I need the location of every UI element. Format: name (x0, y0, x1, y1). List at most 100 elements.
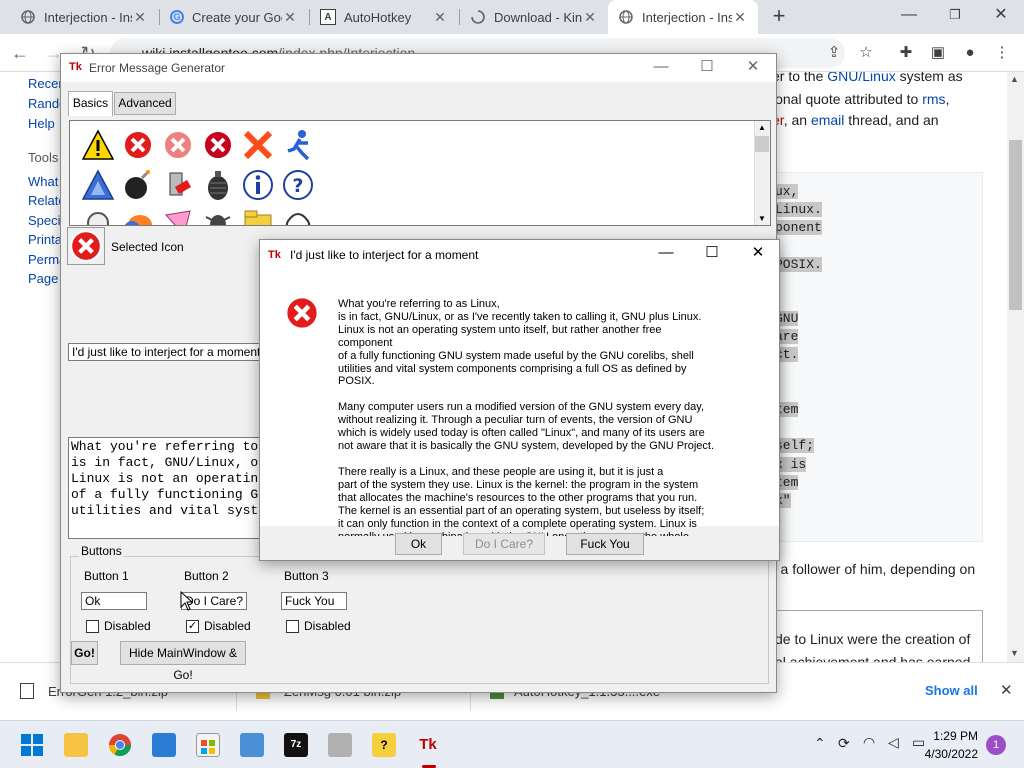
profile-icon[interactable]: ● (956, 39, 984, 67)
dialog-maximize-button[interactable]: ☐ (689, 240, 735, 268)
creature-icon[interactable] (282, 207, 314, 226)
error-disabled-icon[interactable] (162, 129, 194, 161)
browser-tab-3[interactable]: A AutoHotkey ✕ (310, 0, 458, 34)
hide-mainwindow-go-button[interactable]: Hide MainWindow & Go! (120, 641, 246, 682)
tray-chevron-icon[interactable]: ⌃ (814, 735, 826, 752)
button-3-text-input[interactable]: Fuck You (281, 592, 347, 610)
scroll-down-arrow-icon[interactable]: ▼ (758, 214, 766, 223)
article-follower-line: r a follower of him, depending on (772, 561, 976, 577)
tools-link-4[interactable]: Printa (28, 232, 62, 247)
red-x-icon[interactable] (242, 129, 274, 161)
running-man-icon[interactable] (282, 129, 314, 161)
dialog-ok-button[interactable]: Ok (395, 533, 442, 555)
code-line: ponent (775, 220, 822, 235)
clock-date[interactable]: 4/30/2022 (920, 747, 978, 761)
minimize-button[interactable]: — (638, 54, 684, 82)
svg-text:?: ? (292, 175, 303, 197)
error-dark-icon[interactable] (202, 129, 234, 161)
folder-icon[interactable] (242, 207, 274, 226)
close-button[interactable]: ✕ (730, 54, 776, 82)
chrome-close-button[interactable]: ✕ (978, 0, 1024, 32)
start-icon[interactable] (20, 733, 44, 757)
dialog-close-button[interactable]: ✕ (735, 240, 781, 268)
sync-icon[interactable]: ⟳ (838, 735, 850, 752)
email-link[interactable]: email (811, 112, 844, 128)
button-3-disabled-checkbox[interactable] (286, 620, 299, 633)
close-tab-icon[interactable]: ✕ (432, 9, 448, 26)
volume-icon[interactable]: ◁ (888, 734, 899, 751)
dialog-do-i-care-button[interactable]: Do I Care? (463, 533, 545, 555)
tools-heading: Tools (28, 150, 59, 165)
button-1-text-input[interactable]: Ok (81, 592, 147, 610)
extensions-icon[interactable]: ✚ (892, 39, 920, 67)
blue-triangle-icon[interactable] (82, 169, 114, 201)
dialog-titlebar[interactable]: Tk I'd just like to interject for a mome… (260, 240, 779, 270)
close-tab-icon[interactable]: ✕ (282, 9, 298, 26)
scroll-up-arrow-icon[interactable]: ▲ (758, 123, 766, 132)
browser-tab-2[interactable]: G Create your Goo ✕ (160, 0, 308, 34)
chrome-minimize-button[interactable]: — (886, 0, 932, 32)
7zip-icon[interactable]: 7z (284, 733, 308, 757)
dialog-minimize-button[interactable]: — (643, 240, 689, 268)
button-2-disabled-checkbox[interactable]: ✓ (186, 620, 199, 633)
back-arrow-icon[interactable]: ← (6, 39, 34, 67)
side-panel-icon[interactable]: ▣ (924, 39, 952, 67)
dialog-fuck-you-button[interactable]: Fuck You (566, 533, 644, 555)
maximize-button[interactable]: ☐ (684, 54, 730, 82)
error-icon[interactable] (122, 129, 154, 161)
error-generator-titlebar[interactable]: Tk Error Message Generator — ☐ ✕ (61, 54, 776, 82)
archive-icon[interactable] (328, 733, 352, 757)
message-textarea-content: What you're referring to is in fact, GNU… (71, 439, 259, 518)
scroll-up-arrow-icon[interactable]: ▲ (1010, 74, 1019, 84)
close-tab-icon[interactable]: ✕ (582, 9, 598, 26)
wifi-icon[interactable]: ◠ (863, 734, 875, 751)
clock-time[interactable]: 1:29 PM (932, 729, 978, 743)
browser-tab-1[interactable]: Interjection - Ins ✕ (10, 0, 158, 34)
go-button[interactable]: Go! (71, 641, 98, 665)
button-1-disabled-checkbox[interactable] (86, 620, 99, 633)
browser-tab-5-active[interactable]: Interjection - Ins ✕ (608, 0, 758, 34)
tab-advanced[interactable]: Advanced (114, 92, 176, 115)
icon-gallery[interactable]: ? (69, 120, 771, 226)
chrome-icon[interactable] (108, 733, 132, 757)
file-explorer-icon[interactable] (64, 733, 88, 757)
page-scrollbar-thumb[interactable] (1009, 140, 1022, 310)
title-input[interactable]: I'd just like to interject for a moment (68, 343, 268, 361)
new-tab-button[interactable]: + (765, 3, 793, 31)
chrome-restore-button[interactable]: ❐ (932, 0, 978, 32)
bomb-icon[interactable] (122, 169, 154, 201)
browser-tab-4[interactable]: Download - Kins ✕ (460, 0, 608, 34)
flame-icon[interactable] (122, 207, 154, 226)
pink-shape-icon[interactable] (162, 207, 194, 226)
show-all-downloads-button[interactable]: Show all (925, 683, 978, 698)
magnifier-icon[interactable] (82, 207, 114, 226)
tk-app-icon[interactable]: Tk (416, 733, 440, 757)
share-icon[interactable]: ⇪ (820, 39, 848, 67)
bookmark-star-icon[interactable]: ☆ (852, 39, 880, 67)
photos-icon[interactable] (152, 733, 176, 757)
warning-icon[interactable] (82, 129, 114, 161)
grenade-icon[interactable] (202, 169, 234, 201)
notification-badge[interactable]: 1 (986, 735, 1006, 755)
bug-icon[interactable] (202, 207, 234, 226)
close-tab-icon[interactable]: ✕ (132, 9, 148, 26)
browser-tab-4-label: Download - Kins (494, 9, 582, 25)
code-line: ux, (775, 184, 799, 199)
rms-link[interactable]: rms (922, 91, 945, 107)
store-icon[interactable] (196, 733, 220, 757)
sidebar-link-help[interactable]: Help (28, 116, 55, 131)
close-shelf-icon[interactable]: ✕ (1000, 681, 1013, 699)
info-icon[interactable] (242, 169, 274, 201)
icon-gallery-scroll-thumb[interactable] (755, 136, 769, 152)
notepad-icon[interactable] (240, 733, 264, 757)
close-tab-icon[interactable]: ✕ (732, 9, 748, 26)
button-1-disabled-label: Disabled (104, 619, 151, 633)
help-app-icon[interactable]: ? (372, 733, 396, 757)
tab-basics[interactable]: Basics (68, 91, 113, 116)
question-icon[interactable]: ? (282, 169, 314, 201)
scroll-down-arrow-icon[interactable]: ▼ (1010, 648, 1019, 658)
broken-device-icon[interactable] (162, 169, 194, 201)
more-menu-icon[interactable]: ⋮ (988, 39, 1016, 67)
gnu-linux-link[interactable]: GNU/Linux (827, 72, 895, 84)
message-textarea[interactable]: What you're referring to is in fact, GNU… (68, 437, 268, 539)
